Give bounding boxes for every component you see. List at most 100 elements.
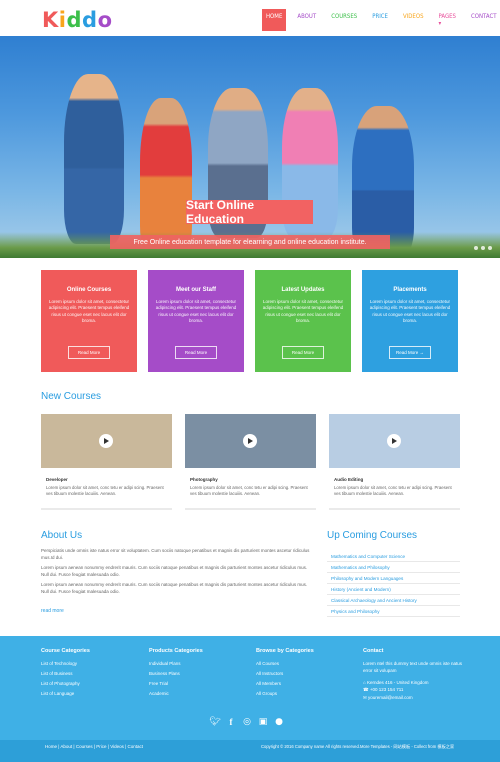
- play-icon[interactable]: [99, 434, 113, 448]
- upcoming-course-link[interactable]: Classical Archaeology and Ancient Histor…: [327, 595, 460, 606]
- course-thumbnail[interactable]: [329, 414, 460, 468]
- footer: Course Categories List of Technology List …: [0, 636, 500, 740]
- new-courses-title: New Courses: [41, 391, 102, 402]
- upcoming-list: Mathematics and Computer Science Mathemat…: [327, 551, 460, 617]
- contact-email[interactable]: ✉ youremail@email.com: [363, 695, 463, 701]
- play-icon[interactable]: [243, 434, 257, 448]
- contact-phone-text: +00 123 154 711: [369, 686, 404, 692]
- contact-email-text[interactable]: youremail@email.com: [368, 695, 413, 700]
- upcoming-course-link[interactable]: Mathematics and Computer Science: [327, 551, 460, 562]
- footer-link[interactable]: Business Plans: [149, 671, 203, 676]
- about-section: Perspiciatis unde omnis iste natus error…: [41, 548, 311, 617]
- about-paragraph: Lorem ipsum aenean nonummy endrerit maur…: [41, 581, 308, 594]
- read-more-button[interactable]: Read More: [68, 346, 110, 359]
- nav-item-price[interactable]: PRICE: [368, 9, 392, 31]
- slider-dot[interactable]: [488, 246, 492, 250]
- course-thumbnail[interactable]: [185, 414, 316, 468]
- course-name: Photography: [190, 477, 218, 482]
- main-nav: HOME ABOUT COURSES PRICE VIDEOS PAGES ▾ CONTAC…: [262, 9, 500, 31]
- feature-box: Online Courses Lorem ipsum dolor sit amet…: [41, 270, 137, 372]
- slider-dots[interactable]: [474, 246, 492, 250]
- upcoming-course-link[interactable]: Philosophy and Modern Languages: [327, 573, 460, 584]
- flickr-icon[interactable]: ▣: [258, 717, 268, 727]
- footer-link[interactable]: Academic: [149, 691, 203, 696]
- footer-heading: Products Categories: [149, 648, 203, 654]
- logo-letter: d: [66, 8, 83, 32]
- upcoming-course-link[interactable]: Mathematics and Philosophy: [327, 562, 460, 573]
- feature-box: Meet our Staff Lorem ipsum dolor sit amet…: [148, 270, 244, 372]
- nav-item-about[interactable]: ABOUT: [293, 9, 320, 31]
- feature-text: Lorem ipsum dolor sit amet, consectetur …: [48, 299, 130, 323]
- feature-title: Meet our Staff: [175, 287, 216, 293]
- contact-address: ⌂ Kerndes 416 - United Kingdom: [363, 679, 429, 685]
- course-card[interactable]: Audio Editing Lorem ipsum dolor sit amet,…: [329, 414, 460, 510]
- github-icon[interactable]: ●: [274, 717, 284, 727]
- footer-heading: Browse by Categories: [256, 648, 314, 654]
- footer-contact: Contact Lorem ntel this dummy text unde …: [363, 648, 463, 706]
- contact-address-text: Kerndes 416 - United Kingdom: [366, 679, 429, 685]
- footer-link[interactable]: All Courses: [256, 661, 314, 666]
- about-paragraph: Lorem ipsum aenean nonummy endrerit maur…: [41, 564, 308, 577]
- contact-heading: Contact: [363, 648, 384, 654]
- play-icon[interactable]: [387, 434, 401, 448]
- read-more-button[interactable]: Read More →: [389, 346, 431, 359]
- feature-box: Latest Updates Lorem ipsum dolor sit amet…: [255, 270, 351, 372]
- twitter-icon[interactable]: 🐦︎: [209, 717, 220, 727]
- social-links: 🐦︎ f ◎ ▣ ●: [209, 717, 284, 727]
- footer-link[interactable]: Free Trial: [149, 681, 203, 686]
- footer-link[interactable]: All Groups: [256, 691, 314, 696]
- feature-text: Lorem ipsum dolor sit amet, consectetur …: [369, 299, 451, 323]
- logo-letter: K: [42, 8, 59, 32]
- feature-title: Placements: [393, 287, 427, 293]
- footer-link[interactable]: List of Technology: [41, 661, 90, 666]
- footer-link[interactable]: All Instructors: [256, 671, 314, 676]
- footer-link[interactable]: List of Business: [41, 671, 90, 676]
- nav-item-home[interactable]: HOME: [262, 9, 287, 31]
- hero-subtitle: Free Online education template for elear…: [110, 235, 390, 249]
- hero-banner: Start Online Education Free Online educa…: [0, 36, 500, 258]
- about-title: About Us: [41, 530, 83, 541]
- nav-item-courses[interactable]: COURSES: [327, 9, 361, 31]
- footer-heading: Course Categories: [41, 648, 90, 654]
- course-description: Lorem ipsum dolor sit amet, conc tetu er…: [334, 485, 452, 497]
- course-description: Lorem ipsum dolor sit amet, conc tetu er…: [190, 485, 308, 497]
- hero-photo-figure: [64, 74, 124, 244]
- slider-dot[interactable]: [481, 246, 485, 250]
- slider-dot[interactable]: [474, 246, 478, 250]
- hero-title: Start Online Education: [186, 198, 313, 226]
- footer-link[interactable]: All Members: [256, 681, 314, 686]
- footer-link[interactable]: List of Language: [41, 691, 90, 696]
- nav-item-contact[interactable]: CONTACT: [467, 9, 500, 31]
- feature-title: Latest Updates: [281, 287, 325, 293]
- upcoming-course-link[interactable]: Physics and Philosophy: [327, 606, 460, 617]
- feature-boxes: Online Courses Lorem ipsum dolor sit amet…: [41, 270, 459, 372]
- logo-letter: o: [97, 8, 113, 32]
- upcoming-title: Up Coming Courses: [327, 530, 418, 541]
- feature-box: Placements Lorem ipsum dolor sit amet, co…: [362, 270, 458, 372]
- course-name: Audio Editing: [334, 477, 364, 482]
- site-logo[interactable]: Kiddo: [42, 8, 113, 32]
- course-thumbnail[interactable]: [41, 414, 172, 468]
- course-card[interactable]: Photography Lorem ipsum dolor sit amet, c…: [185, 414, 316, 510]
- dribbble-icon[interactable]: ◎: [242, 717, 252, 727]
- bottom-links[interactable]: Home | About | Courses | Price | Videos …: [45, 744, 143, 749]
- feature-text: Lorem ipsum dolor sit amet, consectetur …: [262, 299, 344, 323]
- footer-link[interactable]: List of Photography: [41, 681, 90, 686]
- course-card[interactable]: Developer Lorem ipsum dolor sit amet, con…: [41, 414, 172, 510]
- contact-phone: ☎ +00 123 154 711: [363, 686, 404, 692]
- footer-link[interactable]: Individual Plans: [149, 661, 203, 666]
- facebook-icon[interactable]: f: [226, 717, 236, 727]
- nav-item-videos[interactable]: VIDEOS: [399, 9, 428, 31]
- upcoming-course-link[interactable]: History (Ancient and Modern): [327, 584, 460, 595]
- read-more-button[interactable]: Read More: [282, 346, 324, 359]
- courses-list: Developer Lorem ipsum dolor sit amet, con…: [41, 414, 460, 510]
- bottom-bar: Home | About | Courses | Price | Videos …: [0, 740, 500, 762]
- contact-text: Lorem ntel this dummy text unde omnis is…: [363, 661, 463, 673]
- nav-item-pages[interactable]: PAGES ▾: [435, 9, 460, 31]
- read-more-button[interactable]: Read More: [175, 346, 217, 359]
- header: Kiddo HOME ABOUT COURSES PRICE VIDEOS PAGES ▾…: [0, 0, 500, 36]
- logo-letter: i: [58, 8, 67, 32]
- footer-products-categories: Products Categories Individual Plans Busin…: [149, 648, 203, 701]
- about-read-more-link[interactable]: read more: [41, 608, 64, 614]
- logo-letter: d: [82, 8, 98, 32]
